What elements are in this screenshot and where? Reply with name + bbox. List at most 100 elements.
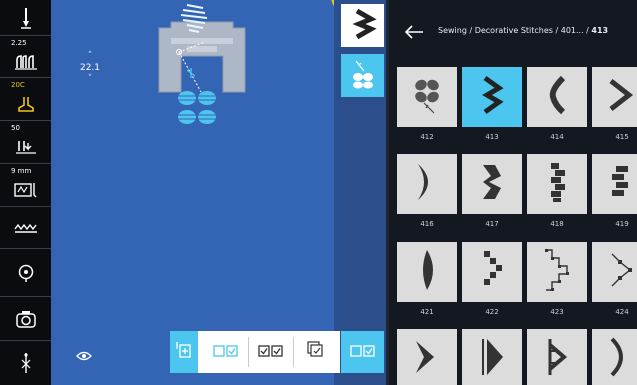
stitch-number: 417 xyxy=(485,220,499,228)
left-toolbar: 2.25 20C 50 9 mm xyxy=(0,0,51,385)
chevron-down-icon[interactable]: ˅ xyxy=(79,75,101,84)
stitch-tile-418[interactable]: 418 xyxy=(527,154,587,228)
needle-position-button[interactable] xyxy=(0,249,51,297)
wave-block-stitch-icon xyxy=(543,161,571,207)
presser-foot-value: 20C xyxy=(11,81,25,89)
stitch-tile-row4-2[interactable] xyxy=(462,329,522,385)
sequence-item-2[interactable] xyxy=(341,54,384,97)
eye-icon[interactable] xyxy=(76,346,92,365)
sequence-item-1[interactable] xyxy=(341,4,384,47)
presser-foot-button[interactable]: 20C xyxy=(0,78,51,121)
needle-stop-icon xyxy=(18,352,34,374)
stitch-tile-row4-3[interactable] xyxy=(527,329,587,385)
add-stitch-button[interactable] xyxy=(170,331,198,373)
stitch-width-button[interactable]: 9 mm xyxy=(0,164,51,207)
outline-chevron-stitch-icon xyxy=(542,248,572,296)
stitch-tile-image xyxy=(397,67,457,127)
stitch-tile-424[interactable]: 424 xyxy=(592,242,637,316)
stitch-number: 424 xyxy=(615,308,629,316)
stitch-tile-417[interactable]: 417 xyxy=(462,154,522,228)
needle-stop-button[interactable] xyxy=(0,341,51,385)
needle-position-icon xyxy=(17,263,35,283)
sequence-select-button[interactable] xyxy=(341,331,384,373)
stitch-tile-image xyxy=(527,329,587,385)
breadcrumb: Sewing / Decorative Stitches / 401... / … xyxy=(438,26,608,35)
stitch-tile-image xyxy=(462,67,522,127)
stitch-tile-image xyxy=(527,242,587,302)
needle-button[interactable] xyxy=(0,0,51,36)
outline-arrow-stitch-icon xyxy=(608,250,636,294)
stitch-tile-image xyxy=(397,154,457,214)
camera-icon xyxy=(15,310,36,328)
stitch-tile-image xyxy=(527,67,587,127)
stitch-number: 415 xyxy=(615,133,629,141)
stitch-tile-image xyxy=(592,329,637,385)
feed-dog-icon xyxy=(13,223,38,233)
stitch-width-value: 9 mm xyxy=(11,167,32,175)
duplicate-icon xyxy=(307,341,325,363)
breadcrumb-current: 413 xyxy=(591,26,609,35)
stitch-tile-row4-1[interactable] xyxy=(397,329,457,385)
stitch-number: 416 xyxy=(420,220,434,228)
stitch-tile-415[interactable]: 415 xyxy=(592,67,637,141)
curve-satin-stitch-icon xyxy=(545,75,569,119)
stitch-length-button[interactable]: 2.25 xyxy=(0,36,51,78)
crescent-satin-stitch-icon xyxy=(412,161,442,207)
chevron-up-icon[interactable]: ˄ xyxy=(79,52,101,61)
stitch-tile-image xyxy=(592,242,637,302)
stitch-tile-421[interactable]: 421 xyxy=(397,242,457,316)
presser-foot-preview xyxy=(158,4,246,124)
stitch-tile-416[interactable]: 416 xyxy=(397,154,457,228)
stitch-tile-422[interactable]: 422 xyxy=(462,242,522,316)
stitch-tile-423[interactable]: 423 xyxy=(527,242,587,316)
stitch-tile-412[interactable]: 412 xyxy=(397,67,457,141)
stitch-tile-image xyxy=(462,154,522,214)
select-multiple-button[interactable] xyxy=(249,331,293,373)
thread-tension-value: 50 xyxy=(11,124,20,132)
stitch-number: 419 xyxy=(615,220,629,228)
select-single-icon xyxy=(349,343,376,362)
selection-tools xyxy=(198,331,358,373)
stitch-number: 418 xyxy=(550,220,564,228)
stitch-number: 421 xyxy=(420,308,434,316)
stitch-number: 414 xyxy=(550,133,564,141)
stitch-tile-image xyxy=(527,154,587,214)
back-arrow-icon[interactable] xyxy=(403,24,425,40)
stitch-number: 423 xyxy=(550,308,564,316)
stitch-tile-image xyxy=(462,329,522,385)
flower-cross-stitch-icon xyxy=(410,75,444,119)
thread-tension-button[interactable]: 50 xyxy=(0,121,51,164)
select-single-icon xyxy=(213,343,239,362)
chevron-zigzag-stitch-icon xyxy=(477,75,507,119)
stitch-length-icon xyxy=(14,54,37,70)
stitch-413-thumb-icon xyxy=(349,8,377,43)
stitch-tile-image xyxy=(592,154,637,214)
stitch-tile-row4-4[interactable] xyxy=(592,329,637,385)
add-stitch-icon xyxy=(176,341,192,363)
stitch-tile-image xyxy=(592,67,637,127)
select-single-button[interactable] xyxy=(204,331,248,373)
stitch-number: 413 xyxy=(485,133,499,141)
app-root: 2.25 20C 50 9 mm ˄ 22.1 ˅ Sewing / Decor… xyxy=(0,0,637,385)
needle-icon xyxy=(19,7,33,29)
dashed-chevron-stitch-icon xyxy=(478,249,506,295)
fan-satin-stitch-icon xyxy=(477,337,507,381)
stitch-width-icon xyxy=(13,182,38,198)
duplicate-button[interactable] xyxy=(294,331,338,373)
thread-tension-icon xyxy=(15,139,37,155)
bottom-action-bar xyxy=(170,331,358,373)
chevron-satin-stitch-icon xyxy=(412,339,442,379)
feed-dog-button[interactable] xyxy=(0,207,51,249)
stitch-length-value: 2.25 xyxy=(11,39,27,47)
camera-button[interactable] xyxy=(0,297,51,341)
stitch-tile-419[interactable]: 419 xyxy=(592,154,637,228)
stitch-number: 412 xyxy=(420,133,434,141)
stitch-number: 422 xyxy=(485,308,499,316)
breadcrumb-path: Sewing / Decorative Stitches / 401... / xyxy=(438,26,592,35)
stitch-width-control[interactable]: ˄ 22.1 ˅ xyxy=(79,52,101,84)
arrow-satin-stitch-icon xyxy=(607,77,637,117)
stitch-tile-414[interactable]: 414 xyxy=(527,67,587,141)
stitch-tile-413[interactable]: 413 xyxy=(462,67,522,141)
stitch-library-panel: Sewing / Decorative Stitches / 401... / … xyxy=(389,0,637,385)
stitch-tile-image xyxy=(397,329,457,385)
